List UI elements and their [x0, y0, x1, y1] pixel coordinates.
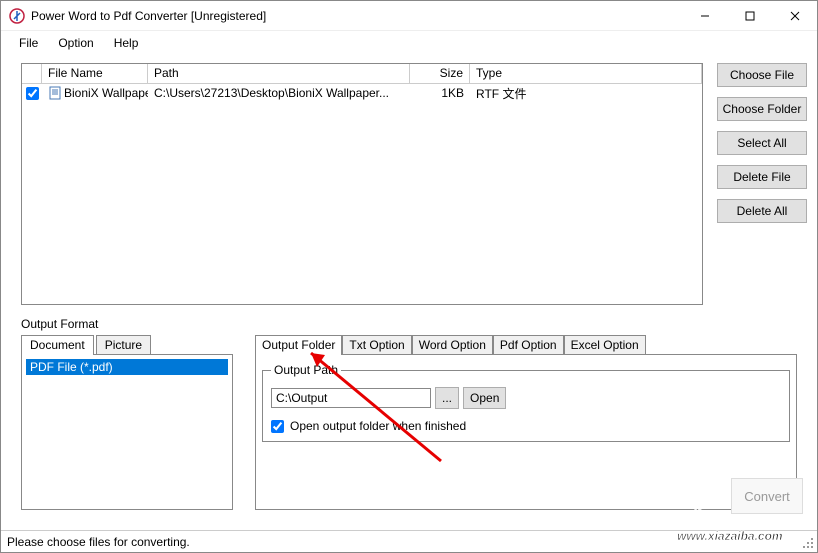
- menu-bar: File Option Help: [1, 31, 817, 55]
- delete-file-button[interactable]: Delete File: [717, 165, 807, 189]
- choose-folder-button[interactable]: Choose Folder: [717, 97, 807, 121]
- file-type-cell: RTF 文件: [470, 84, 702, 103]
- status-bar: Please choose files for converting.: [1, 530, 817, 552]
- tab-output-folder[interactable]: Output Folder: [255, 335, 342, 355]
- menu-help[interactable]: Help: [104, 32, 149, 54]
- file-checkbox[interactable]: [26, 87, 39, 100]
- select-all-button[interactable]: Select All: [717, 131, 807, 155]
- column-path[interactable]: Path: [148, 64, 410, 83]
- output-path-legend: Output Path: [271, 363, 341, 377]
- column-file-name[interactable]: File Name: [42, 64, 148, 83]
- format-list[interactable]: PDF File (*.pdf): [21, 354, 233, 510]
- tab-picture[interactable]: Picture: [96, 335, 151, 355]
- close-button[interactable]: [772, 1, 817, 31]
- tab-document[interactable]: Document: [21, 335, 94, 355]
- menu-file[interactable]: File: [9, 32, 48, 54]
- convert-button[interactable]: Convert: [731, 478, 803, 514]
- minimize-button[interactable]: [682, 1, 727, 31]
- file-path-cell: C:\Users\27213\Desktop\BioniX Wallpaper.…: [148, 85, 410, 101]
- rtf-file-icon: [48, 86, 62, 100]
- open-when-finished-checkbox[interactable]: [271, 420, 284, 433]
- open-when-finished-row[interactable]: Open output folder when finished: [271, 419, 781, 433]
- options-tabs: Output Folder Txt Option Word Option Pdf…: [255, 335, 797, 511]
- window-controls: [682, 1, 817, 31]
- tab-pdf-option[interactable]: Pdf Option: [493, 335, 564, 355]
- file-row[interactable]: BioniX Wallpaper... C:\Users\27213\Deskt…: [22, 84, 702, 102]
- file-list[interactable]: File Name Path Size Type BioniX Wallpape…: [21, 63, 703, 305]
- tab-txt-option[interactable]: Txt Option: [342, 335, 411, 355]
- open-button[interactable]: Open: [463, 387, 506, 409]
- open-when-finished-label: Open output folder when finished: [290, 419, 466, 433]
- output-format-tabs: Document Picture PDF File (*.pdf): [21, 335, 233, 511]
- column-type[interactable]: Type: [470, 64, 702, 83]
- menu-option[interactable]: Option: [48, 32, 103, 54]
- output-path-group: Output Path ... Open Open output folder …: [262, 363, 790, 442]
- file-size-cell: 1KB: [410, 85, 470, 101]
- file-list-header: File Name Path Size Type: [22, 64, 702, 84]
- resize-grip-icon[interactable]: [799, 534, 815, 550]
- tab-excel-option[interactable]: Excel Option: [564, 335, 646, 355]
- status-text: Please choose files for converting.: [7, 535, 190, 549]
- delete-all-button[interactable]: Delete All: [717, 199, 807, 223]
- choose-file-button[interactable]: Choose File: [717, 63, 807, 87]
- output-path-input[interactable]: [271, 388, 431, 408]
- side-button-panel: Choose File Choose Folder Select All Del…: [717, 63, 807, 223]
- maximize-button[interactable]: [727, 1, 772, 31]
- window-title: Power Word to Pdf Converter [Unregistere…: [31, 9, 682, 23]
- column-check[interactable]: [22, 64, 42, 83]
- file-name-cell: BioniX Wallpaper...: [42, 85, 148, 102]
- browse-button[interactable]: ...: [435, 387, 459, 409]
- title-bar: Power Word to Pdf Converter [Unregistere…: [1, 1, 817, 31]
- tab-word-option[interactable]: Word Option: [412, 335, 493, 355]
- file-name-text: BioniX Wallpaper...: [64, 86, 148, 100]
- column-size[interactable]: Size: [410, 64, 470, 83]
- format-item-pdf[interactable]: PDF File (*.pdf): [26, 359, 228, 375]
- output-format-label: Output Format: [21, 317, 98, 331]
- app-icon: [9, 8, 25, 24]
